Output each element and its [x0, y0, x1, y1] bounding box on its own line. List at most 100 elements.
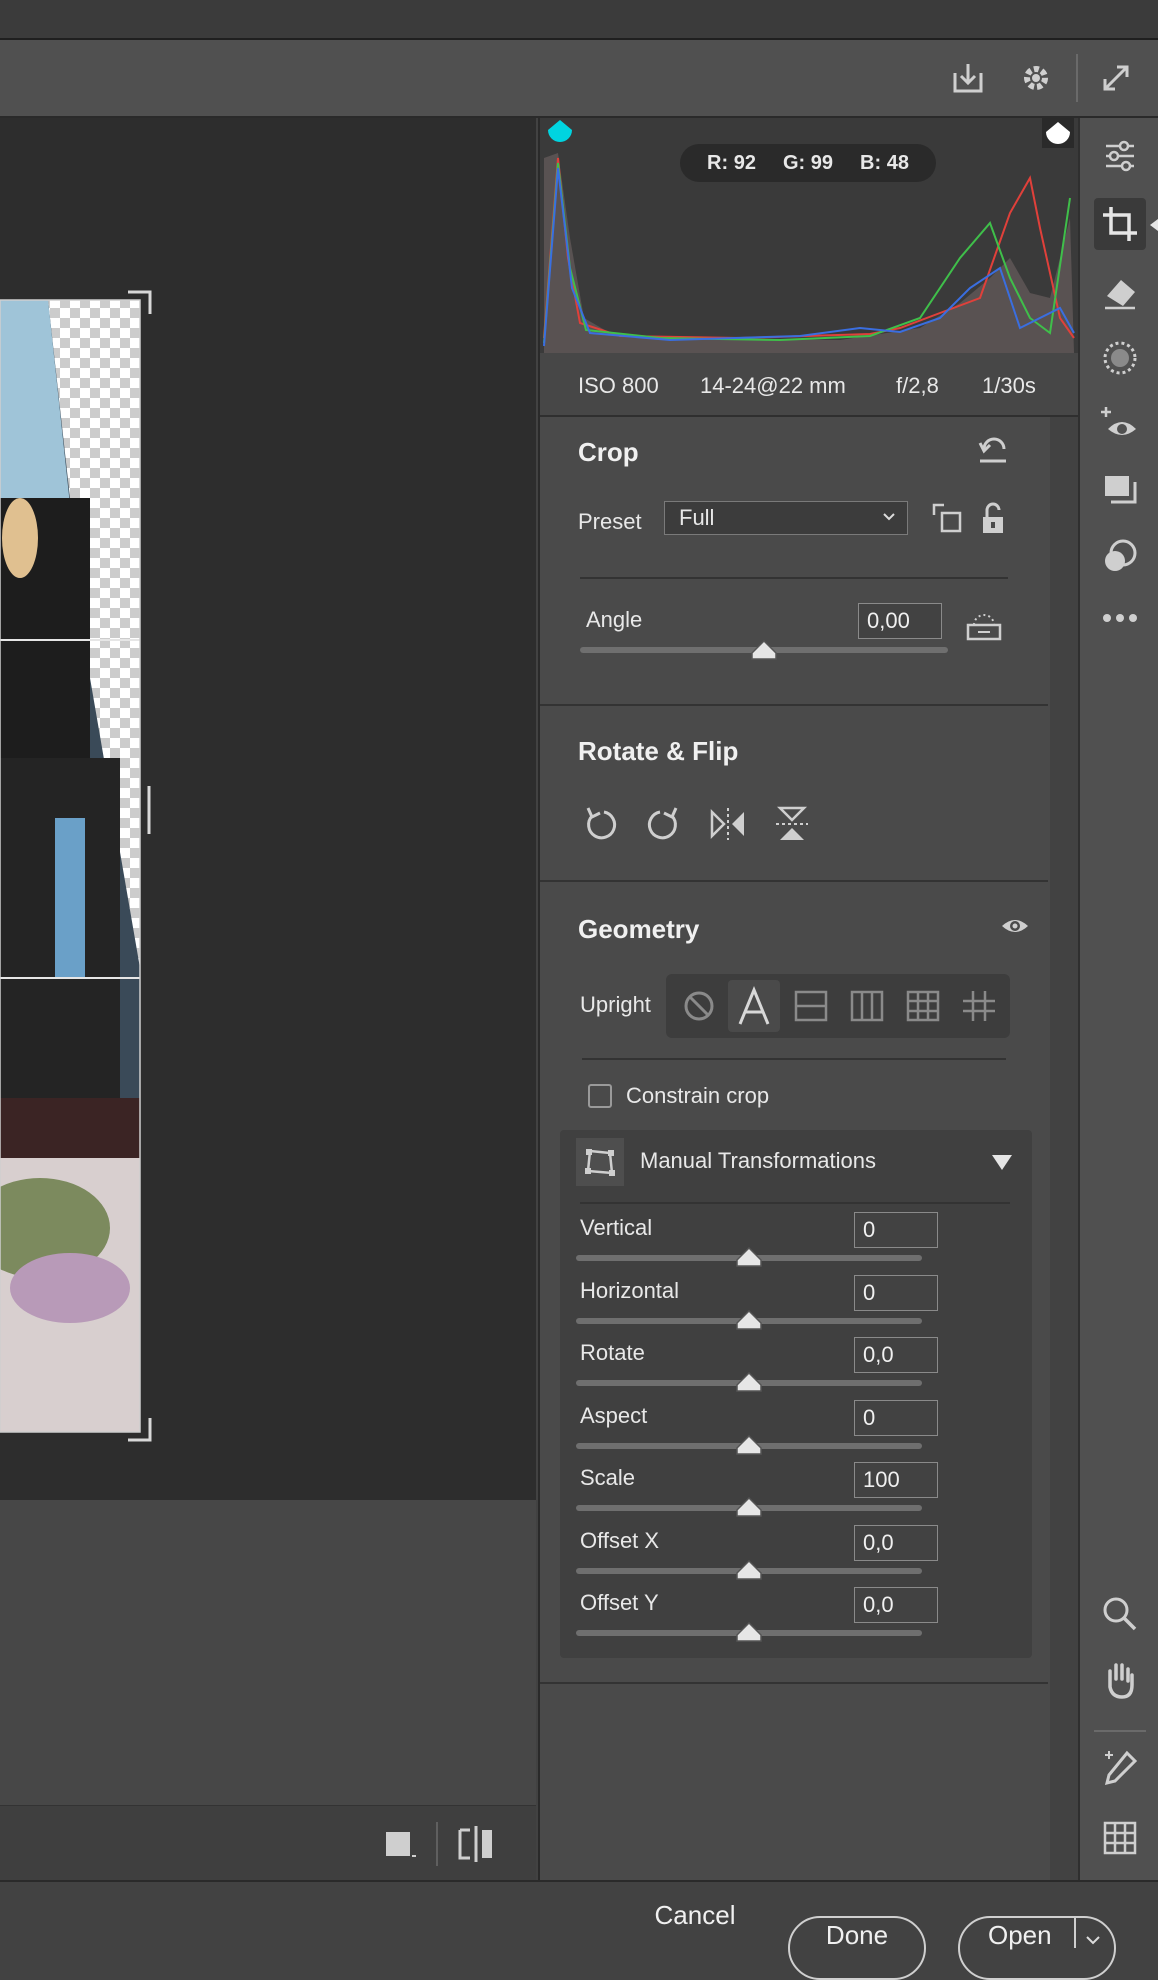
aperture-value: f/2,8 — [896, 373, 939, 398]
slider-value: 0 — [863, 1279, 876, 1305]
preset-label: Preset — [578, 509, 642, 534]
crop-section: Crop Preset Full Angle 0,00 — [540, 417, 1048, 705]
slider-value: 0,0 — [863, 1592, 894, 1617]
single-view-icon[interactable] — [382, 1826, 418, 1862]
zoom-icon[interactable] — [1094, 1588, 1146, 1640]
image-canvas[interactable] — [0, 118, 536, 1500]
chevron-down-icon — [881, 508, 897, 529]
fullscreen-icon[interactable] — [1094, 56, 1138, 100]
photo-preview — [0, 290, 152, 1442]
geometry-divider — [582, 1058, 1006, 1060]
title-bar — [0, 0, 1158, 40]
lock-aspect-icon[interactable] — [978, 501, 1008, 535]
upright-level-icon[interactable] — [788, 984, 834, 1028]
color-sampler-icon[interactable] — [1094, 1742, 1146, 1794]
canvas-bottom-area — [0, 1500, 536, 1805]
slider-value-input[interactable]: 100 — [854, 1462, 938, 1498]
open-split-divider — [1074, 1918, 1076, 1948]
slider-label: Offset X — [580, 1527, 660, 1553]
active-tool-indicator — [1150, 218, 1158, 231]
angle-label: Angle — [586, 607, 643, 632]
slider-value-input[interactable]: 0 — [854, 1212, 938, 1248]
transform-icon — [576, 1138, 624, 1186]
manual-transformations-title: Manual Transformations — [640, 1148, 876, 1173]
preset-dropdown[interactable]: Full — [664, 501, 908, 535]
slider-value-input[interactable]: 0 — [854, 1274, 938, 1311]
flip-vertical-icon[interactable] — [772, 804, 812, 844]
geometry-section: Geometry Upright Constrain crop Manual T… — [540, 882, 1048, 1682]
iso-value: ISO 800 — [578, 373, 659, 398]
masking-icon[interactable] — [1094, 332, 1146, 384]
exif-info: ISO 800 14-24@22 mm f/2,8 1/30s — [540, 353, 1078, 417]
highlight-clipping-icon[interactable] — [1042, 118, 1074, 148]
before-after-icon[interactable] — [456, 1824, 496, 1864]
slider-value-input[interactable]: 0 — [854, 1399, 938, 1436]
slider-label: Vertical — [580, 1215, 653, 1240]
presets-icon[interactable] — [1094, 530, 1146, 582]
slider-label: Aspect — [580, 1402, 648, 1428]
view-controls-bar — [0, 1805, 536, 1881]
strip-separator — [1094, 1730, 1146, 1732]
rgb-readout: R: 92 G: 99 B: 48 — [680, 144, 936, 182]
save-icon[interactable] — [946, 56, 990, 100]
eraser-heal-icon[interactable] — [1094, 266, 1146, 318]
slider-value: 100 — [863, 1467, 900, 1492]
open-label: Open — [988, 1919, 1052, 1950]
lens-value: 14-24@22 mm — [700, 373, 846, 398]
rotate-right-icon[interactable] — [644, 804, 684, 844]
constrain-crop-checkbox[interactable] — [588, 1084, 612, 1108]
upright-vertical-icon[interactable] — [844, 984, 890, 1028]
geometry-title: Geometry — [578, 914, 700, 944]
crop-tool-icon[interactable] — [1094, 198, 1146, 250]
open-button[interactable]: Open — [958, 1916, 1116, 1980]
slider-value-input[interactable]: 0,0 — [854, 1524, 938, 1561]
rotate-left-icon[interactable] — [580, 804, 620, 844]
slider-label: Scale — [580, 1465, 636, 1490]
slider-thumb[interactable] — [735, 1621, 763, 1643]
view-separator — [436, 1822, 438, 1866]
slider-label: Horizontal — [580, 1277, 680, 1303]
g-value: 99 — [810, 151, 834, 174]
cancel-button[interactable]: Cancel — [630, 1900, 760, 1960]
action-bar: Cancel Done Open — [0, 1880, 1158, 1980]
collapse-triangle-icon[interactable] — [990, 1152, 1014, 1172]
g-label: G: — [782, 151, 806, 174]
aspect-orientation-icon[interactable] — [930, 501, 964, 535]
upright-guided-icon[interactable] — [956, 984, 1002, 1028]
slider-row: Offset Y 0,0 — [560, 1577, 1032, 1643]
cancel-label: Cancel — [654, 1900, 736, 1930]
upright-auto-icon[interactable] — [728, 980, 780, 1032]
slider-value: 0,0 — [863, 1342, 894, 1367]
more-icon[interactable] — [1094, 592, 1146, 644]
gear-icon[interactable] — [1014, 56, 1058, 100]
histogram: R: 92 G: 99 B: 48 — [540, 118, 1078, 353]
done-label: Done — [825, 1919, 889, 1950]
hand-icon[interactable] — [1094, 1654, 1146, 1706]
slider-value: 0 — [863, 1217, 876, 1242]
reset-crop-icon[interactable] — [976, 437, 1010, 467]
rotate-flip-title: Rotate & Flip — [578, 736, 739, 766]
slider-value-input[interactable]: 0,0 — [854, 1337, 938, 1373]
slider-value: 0 — [863, 1404, 876, 1430]
slider-value-input[interactable]: 0,0 — [854, 1587, 938, 1623]
upright-label: Upright — [580, 992, 651, 1017]
r-value: 92 — [733, 151, 756, 174]
slider-value: 0,0 — [863, 1529, 894, 1555]
straighten-tool-icon[interactable] — [964, 613, 1004, 643]
snapshots-icon[interactable] — [1094, 464, 1146, 516]
angle-input[interactable]: 0,00 — [858, 603, 942, 639]
red-eye-icon[interactable] — [1094, 398, 1146, 450]
edit-sliders-icon[interactable] — [1094, 130, 1146, 182]
shadow-clipping-icon[interactable] — [546, 118, 574, 144]
upright-off-icon[interactable] — [676, 984, 722, 1028]
section-divider — [540, 1682, 1048, 1684]
flip-horizontal-icon[interactable] — [708, 804, 748, 844]
grid-overlay-icon[interactable] — [1094, 1812, 1146, 1864]
slider-row: Rotate 0,0 — [560, 1327, 1032, 1392]
eye-icon[interactable] — [1000, 914, 1030, 938]
shutter-value: 1/30s — [982, 373, 1036, 398]
done-button[interactable]: Done — [788, 1916, 926, 1980]
preset-value: Full — [679, 505, 715, 530]
upright-full-icon[interactable] — [900, 984, 946, 1028]
crop-divider — [580, 577, 1008, 579]
